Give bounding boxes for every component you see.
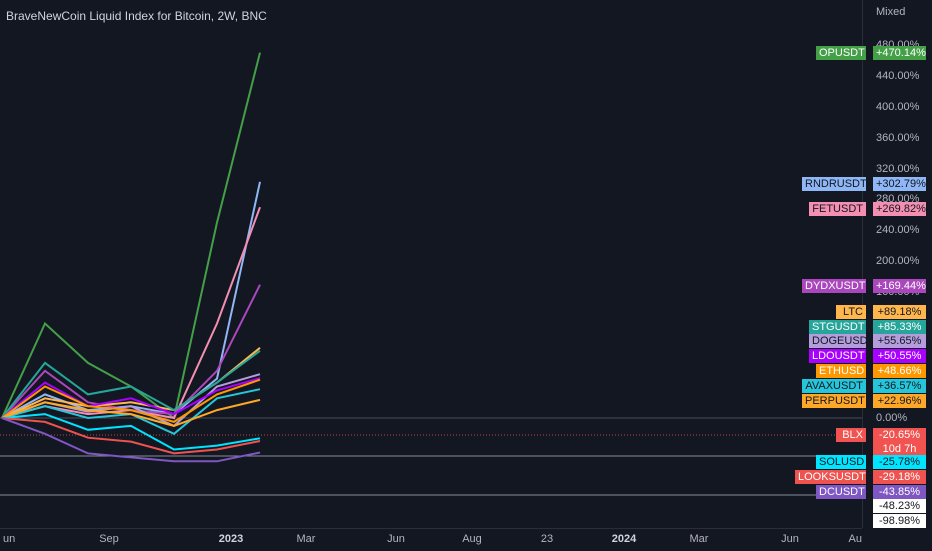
time-label: un — [3, 533, 16, 545]
symbol-tag-ethusd[interactable]: ETHUSD — [816, 364, 866, 378]
time-label: 2023 — [218, 533, 244, 545]
symbol-tag-looksusdt[interactable]: LOOKSUSDT — [795, 470, 866, 484]
symbol-tag-stgusdt[interactable]: STGUSDT — [809, 320, 866, 334]
price-tick: 360.00% — [876, 131, 920, 144]
symbol-value-opusdt: +470.14% — [873, 46, 926, 60]
symbol-tag-perpusdt[interactable]: PERPUSDT — [802, 394, 866, 408]
symbol-value-blx: -20.65% — [873, 428, 926, 442]
time-label: Au — [848, 533, 862, 545]
symbol-tag-blx[interactable]: BLX — [836, 428, 866, 442]
series-line-dcusdt — [1, 417, 261, 463]
symbol-value-ldousdt: +50.55% — [873, 349, 926, 363]
symbol-tag-dcusdt[interactable]: DCUSDT — [816, 485, 866, 499]
series-line-rndrusdt — [1, 181, 261, 419]
symbol-value-ethusd: +48.66% — [873, 364, 926, 378]
price-tick: 0.00% — [876, 412, 908, 424]
symbol-value-dcusdt: -43.85% — [873, 485, 926, 499]
extra-value-label: -98.98% — [873, 514, 926, 528]
extra-value-label: -48.23% — [873, 499, 926, 513]
series-line-looksusdt — [1, 417, 261, 455]
symbol-value-looksusdt: -29.18% — [873, 470, 926, 484]
symbol-value-rndrusdt: +302.79% — [873, 177, 926, 191]
symbol-value-perpusdt: +22.96% — [873, 394, 926, 408]
time-label: Jun — [781, 533, 799, 545]
symbol-tag-opusdt[interactable]: OPUSDT — [816, 46, 866, 60]
time-label: Aug — [462, 533, 482, 545]
time-label: Jun — [387, 533, 405, 545]
symbol-tag-solusd[interactable]: SOLUSD — [816, 455, 866, 469]
time-label: Sep — [99, 533, 119, 545]
chart-plot-area[interactable] — [0, 0, 862, 528]
bar-countdown: 10d 7h — [873, 442, 926, 456]
symbol-value-avaxusdt: +36.57% — [873, 379, 926, 393]
symbol-tag-fetusdt[interactable]: FETUSDT — [809, 202, 866, 216]
symbol-value-solusd: -25.78% — [873, 455, 926, 469]
time-label: Mar — [689, 533, 709, 545]
price-tick: 240.00% — [876, 224, 920, 237]
symbol-tag-avaxusdt[interactable]: AVAXUSDT — [802, 379, 866, 393]
symbol-tag-rndrusdt[interactable]: RNDRUSDT — [802, 177, 867, 191]
price-tick: 400.00% — [876, 100, 920, 113]
symbol-value-dogeusd: +55.65% — [873, 334, 926, 348]
symbol-value-dydxusdt: +169.44% — [873, 279, 926, 293]
symbol-value-stgusdt: +85.33% — [873, 320, 926, 334]
symbol-tag-dogeusd[interactable]: DOGEUSD — [809, 334, 868, 348]
time-label: 23 — [540, 533, 554, 545]
price-tick: 200.00% — [876, 255, 920, 268]
symbol-tag-ltc[interactable]: LTC — [836, 305, 866, 319]
time-axis[interactable] — [0, 528, 862, 551]
time-label: 2024 — [611, 533, 637, 545]
symbol-value-fetusdt: +269.82% — [873, 202, 926, 216]
symbol-tag-dydxusdt[interactable]: DYDXUSDT — [802, 279, 866, 293]
symbol-value-ltc: +89.18% — [873, 305, 926, 319]
price-tick: 440.00% — [876, 69, 920, 82]
price-tick: 320.00% — [876, 162, 920, 175]
time-label: Mar — [296, 533, 316, 545]
symbol-tag-ldousdt[interactable]: LDOUSDT — [809, 349, 866, 363]
